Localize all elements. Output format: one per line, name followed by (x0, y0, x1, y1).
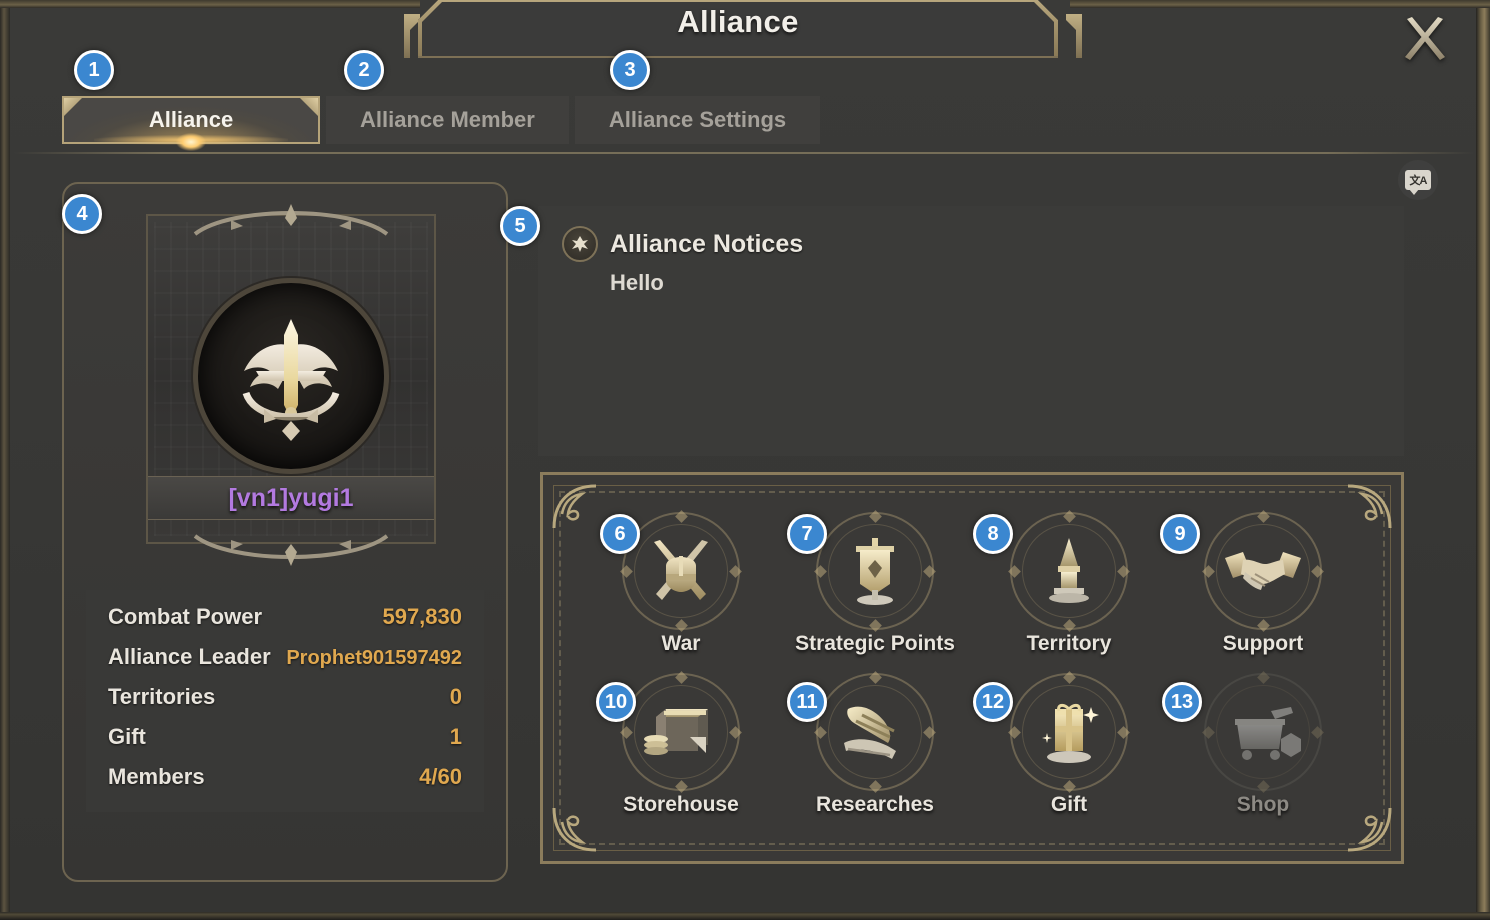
stat-label: Territories (108, 684, 216, 709)
callout-11: 11 (787, 682, 827, 722)
arch-ornament-bottom (193, 534, 389, 566)
callout-2: 2 (344, 50, 384, 90)
action-label: War (661, 632, 701, 655)
stat-label: Gift (108, 724, 146, 749)
notices-header: Alliance Notices (538, 206, 1404, 262)
banner-flag-icon (856, 538, 894, 605)
stat-label: Alliance Leader (108, 644, 271, 669)
stat-row-combat-power: Combat Power 597,830 (108, 604, 462, 644)
alliance-stats: Combat Power 597,830 Alliance Leader Pro… (86, 590, 484, 812)
tab-divider (14, 152, 1474, 154)
stat-row-territories: Territories 0 (108, 684, 462, 724)
window-border-top-right (1070, 0, 1490, 8)
crest-glyph-icon (572, 236, 588, 252)
callout-9: 9 (1160, 514, 1200, 554)
stat-value: 4/60 (419, 764, 462, 789)
callout-13: 13 (1162, 682, 1202, 722)
shop-cart-icon (1235, 707, 1301, 760)
alliance-actions-panel: War Strategic Points Territory Support S… (540, 472, 1404, 864)
tab-alliance-settings[interactable]: Alliance Settings (574, 96, 821, 144)
stat-value: 1 (449, 724, 462, 749)
action-ring (812, 508, 938, 634)
callout-6: 6 (600, 514, 640, 554)
tab-label: Alliance Member (360, 107, 535, 132)
callout-12: 12 (973, 682, 1013, 722)
gift-box-icon (1042, 703, 1099, 763)
action-ring (618, 669, 744, 795)
action-label: Support (1222, 632, 1304, 655)
tab-alliance[interactable]: Alliance (62, 96, 320, 151)
callout-5: 5 (500, 206, 540, 246)
action-ring (812, 669, 938, 795)
action-label: Shop (1236, 793, 1290, 816)
handshake-icon (1225, 552, 1301, 590)
stat-row-alliance-leader: Alliance Leader Prophet901597492 (108, 644, 462, 684)
stat-value: 0 (449, 684, 462, 709)
callout-7: 7 (787, 514, 827, 554)
obelisk-tower-icon (1049, 538, 1089, 603)
tab-corner-tl (64, 98, 82, 116)
quill-scroll-icon (844, 706, 896, 759)
page-title: Alliance (677, 4, 799, 39)
stat-label: Combat Power (108, 604, 263, 629)
alliance-info-panel: [vn1]yugi1 Combat Power 597,830 Alliance… (62, 182, 508, 882)
close-x-icon (1405, 17, 1445, 60)
actions-inner-frame: War Strategic Points Territory Support S… (552, 484, 1392, 852)
alliance-window: Alliance Alliance Alliance Member Allian… (0, 0, 1490, 920)
tab-glow-diamond (176, 133, 206, 151)
action-label: Researches (816, 793, 934, 816)
close-button[interactable] (1394, 8, 1456, 70)
alliance-crest-icon (562, 226, 598, 262)
translate-icon: 文A (1405, 170, 1431, 195)
translate-button[interactable]: 文A (1398, 160, 1438, 200)
tab-corner-tr (300, 98, 318, 116)
actions-grid: War Strategic Points Territory Support S… (584, 508, 1360, 828)
action-ring (1200, 669, 1326, 795)
crossed-swords-helmet-icon (654, 540, 708, 600)
tab-alliance-member[interactable]: Alliance Member (326, 96, 569, 144)
window-border-left (0, 0, 10, 920)
action-label: Gift (1050, 793, 1088, 816)
action-ring (1006, 508, 1132, 634)
alliance-emblem-frame: [vn1]yugi1 (146, 204, 436, 566)
callout-1: 1 (74, 50, 114, 90)
tab-label: Alliance Settings (608, 107, 787, 132)
alliance-name: [vn1]yugi1 (228, 483, 354, 512)
callout-4: 4 (62, 194, 102, 234)
stat-value: Prophet901597492 (286, 647, 462, 669)
alliance-name-bar: [vn1]yugi1 (148, 476, 434, 520)
stat-label: Members (108, 764, 205, 789)
callout-10: 10 (596, 682, 636, 722)
callout-3: 3 (610, 50, 650, 90)
window-border-bottom (0, 912, 1490, 920)
tab-bar: Alliance Alliance Member Alliance Settin… (62, 96, 826, 151)
window-border-right (1476, 0, 1490, 920)
title-bar: Alliance (418, 0, 1058, 58)
crate-coins-icon (644, 709, 708, 755)
arch-ornament-top (193, 204, 389, 236)
winged-sword-emblem-icon (242, 319, 340, 441)
action-ring (1200, 508, 1326, 634)
notices-body: Hello (610, 270, 664, 295)
alliance-emblem[interactable] (193, 278, 389, 474)
callout-8: 8 (973, 514, 1013, 554)
action-label: Storehouse (623, 793, 739, 816)
notices-title: Alliance Notices (610, 229, 804, 258)
alliance-notices-panel[interactable]: Alliance Notices Hello (538, 206, 1404, 456)
stat-row-members: Members 4/60 (108, 764, 462, 804)
stat-row-gift: Gift 1 (108, 724, 462, 764)
stat-value: 597,830 (382, 604, 462, 629)
action-ring (1006, 669, 1132, 795)
window-border-top-left (0, 0, 420, 8)
action-label: Strategic Points (795, 632, 955, 655)
action-label: Territory (1026, 632, 1112, 655)
tab-label: Alliance (148, 107, 234, 132)
